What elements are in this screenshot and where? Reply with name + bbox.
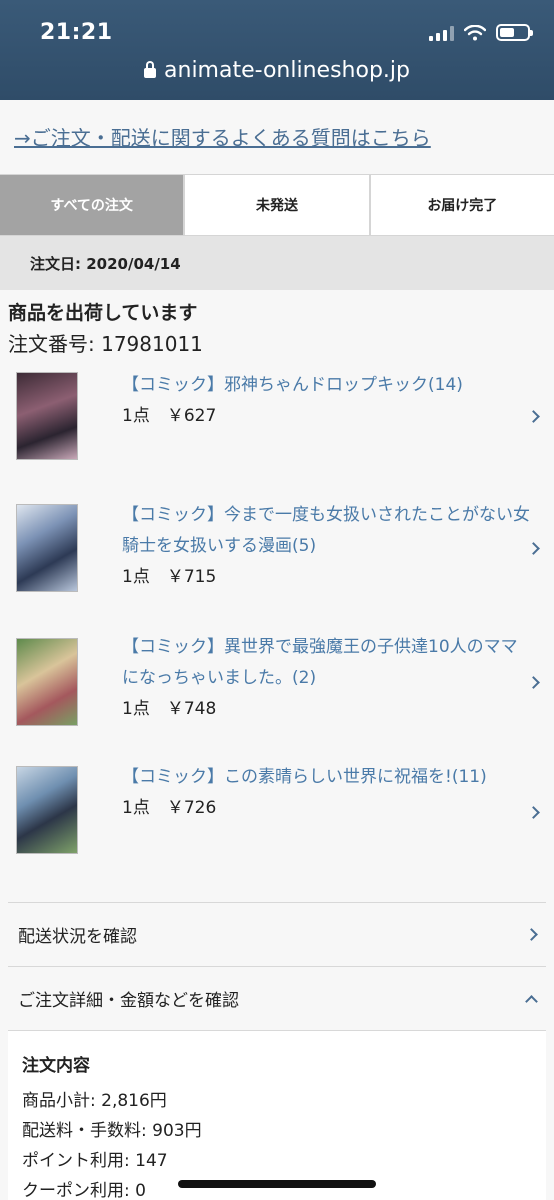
faq-link[interactable]: →ご注文・配送に関するよくある質問はこちら xyxy=(0,100,554,174)
order-tabs: すべての注文 未発送 お届け完了 xyxy=(0,174,554,236)
order-item[interactable]: 【コミック】この素晴らしい世界に祝福を!(11) 1点 ￥726 xyxy=(0,760,554,890)
browser-chrome: 21:21 animate-onlineshop.jp xyxy=(0,0,554,100)
status-icons xyxy=(429,24,533,41)
tab-all-orders[interactable]: すべての注文 xyxy=(0,175,184,235)
item-title[interactable]: 【コミック】異世界で最強魔王の子供達10人のママになっちゃいました。(2) xyxy=(122,632,532,694)
item-price: 1点 ￥748 xyxy=(122,699,217,719)
item-title[interactable]: 【コミック】この素晴らしい世界に祝福を!(11) xyxy=(122,762,532,793)
order-details-toggle[interactable]: ご注文詳細・金額などを確認 xyxy=(8,966,546,1030)
order-details-panel: 注文内容 商品小計: 2,816円 配送料・手数料: 903円 ポイント利用: … xyxy=(8,1030,546,1200)
status-time: 21:21 xyxy=(40,20,113,45)
chevron-up-icon xyxy=(525,995,538,1008)
item-price: 1点 ￥726 xyxy=(122,798,217,818)
tab-delivered[interactable]: お届け完了 xyxy=(370,175,554,235)
home-indicator[interactable] xyxy=(178,1180,376,1188)
item-info: 【コミック】邪神ちゃんドロップキック(14) 1点 ￥627 xyxy=(122,370,532,498)
tab-not-shipped[interactable]: 未発送 xyxy=(185,175,369,235)
url-text: animate-onlineshop.jp xyxy=(164,58,410,83)
order-date: 注文日: 2020/04/14 xyxy=(0,236,554,290)
delivery-status-link[interactable]: 配送状況を確認 xyxy=(8,902,546,966)
order-items: 【コミック】邪神ちゃんドロップキック(14) 1点 ￥627 【コミック】今まで… xyxy=(0,366,554,890)
item-title[interactable]: 【コミック】今まで一度も女扱いされたことがない女騎士を女扱いする漫画(5) xyxy=(122,500,532,562)
url-bar[interactable]: animate-onlineshop.jp xyxy=(0,58,554,83)
points-used: ポイント利用: 147 xyxy=(22,1151,168,1171)
subtotal: 商品小計: 2,816円 xyxy=(22,1091,167,1111)
order-number: 注文番号: 17981011 xyxy=(8,332,203,356)
item-price: 1点 ￥627 xyxy=(122,406,217,426)
item-info: 【コミック】異世界で最強魔王の子供達10人のママになっちゃいました。(2) 1点… xyxy=(122,632,532,760)
order-item[interactable]: 【コミック】邪神ちゃんドロップキック(14) 1点 ￥627 xyxy=(0,366,554,498)
item-info: 【コミック】今まで一度も女扱いされたことがない女騎士を女扱いする漫画(5) 1点… xyxy=(122,500,532,630)
item-title[interactable]: 【コミック】邪神ちゃんドロップキック(14) xyxy=(122,370,532,401)
item-price: 1点 ￥715 xyxy=(122,567,217,587)
book-cover-image xyxy=(16,638,78,726)
shipping-status: 商品を出荷しています xyxy=(8,302,198,324)
order-details-label: ご注文詳細・金額などを確認 xyxy=(18,991,239,1011)
details-heading: 注文内容 xyxy=(22,1056,90,1076)
order-history-page: →ご注文・配送に関するよくある質問はこちら すべての注文 未発送 お届け完了 注… xyxy=(0,100,554,1200)
battery-icon xyxy=(496,24,533,41)
wifi-icon xyxy=(464,24,486,40)
chevron-right-icon xyxy=(525,928,538,941)
signal-icon xyxy=(429,25,454,41)
item-info: 【コミック】この素晴らしい世界に祝福を!(11) 1点 ￥726 xyxy=(122,762,532,890)
book-cover-image xyxy=(16,504,78,592)
order-item[interactable]: 【コミック】異世界で最強魔王の子供達10人のママになっちゃいました。(2) 1点… xyxy=(0,630,554,760)
book-cover-image xyxy=(16,372,78,460)
book-cover-image xyxy=(16,766,78,854)
order-item[interactable]: 【コミック】今まで一度も女扱いされたことがない女騎士を女扱いする漫画(5) 1点… xyxy=(0,498,554,630)
lock-icon xyxy=(144,60,157,78)
shipping-fee: 配送料・手数料: 903円 xyxy=(22,1121,202,1141)
delivery-status-label: 配送状況を確認 xyxy=(18,927,137,947)
